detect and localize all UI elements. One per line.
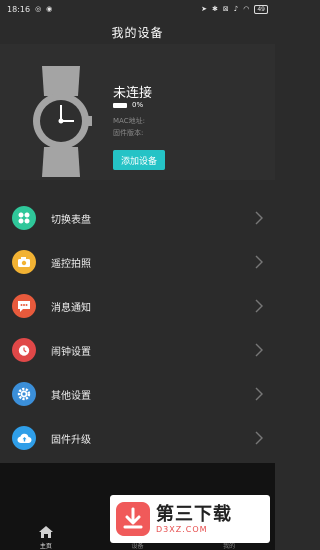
status-right: ➤ ✱ ⊠ ♪ ◠ 49 xyxy=(201,4,268,14)
app-notification-icon-2: ◉ xyxy=(46,5,53,13)
status-time: 18:16 xyxy=(7,4,31,14)
menu-item-label: 切换表盘 xyxy=(51,214,91,226)
watermark-title: 第三下载 xyxy=(156,503,232,525)
alarm-icon xyxy=(12,338,36,362)
watermark-url: D3XZ.COM xyxy=(156,524,208,534)
chevron-right-icon xyxy=(255,299,263,313)
download-logo-icon xyxy=(116,502,150,536)
device-battery-row: 0% xyxy=(113,101,143,109)
menu-item-other-settings[interactable]: 其他设置 xyxy=(0,372,275,416)
home-icon xyxy=(38,523,54,541)
mac-address-label: MAC地址: xyxy=(113,117,145,125)
menu-item-label: 消息通知 xyxy=(51,302,91,314)
chevron-right-icon xyxy=(255,343,263,357)
watermark-text: 第三下载 D3XZ.COM xyxy=(156,503,232,534)
wifi-icon: ◠ xyxy=(243,5,250,13)
settings-menu: 切换表盘 遥控拍照 消息通知 闹钟设置 其他设置 固件升级 xyxy=(0,196,275,460)
page-title: 我的设备 xyxy=(111,26,164,40)
menu-item-alarm-settings[interactable]: 闹钟设置 xyxy=(0,328,275,372)
device-battery-percent: 0% xyxy=(132,101,144,109)
silent-icon: ♪ xyxy=(233,5,239,13)
menu-item-label: 遥控拍照 xyxy=(51,258,91,270)
chevron-right-icon xyxy=(255,255,263,269)
chevron-right-icon xyxy=(255,431,263,445)
nav-home-label: 主页 xyxy=(39,543,52,550)
nav-home[interactable]: 主页 xyxy=(11,523,81,550)
firmware-version-label: 固件版本: xyxy=(113,129,144,137)
sim-off-icon: ⊠ xyxy=(222,5,229,13)
message-icon xyxy=(12,294,36,318)
bluetooth-icon: ✱ xyxy=(212,5,218,13)
add-device-button[interactable]: 添加设备 xyxy=(113,150,166,170)
gear-icon xyxy=(12,382,36,406)
connection-status: 未连接 xyxy=(113,86,153,101)
cloud-upload-icon xyxy=(12,426,36,450)
status-left: 18:16 ◎ ◉ xyxy=(7,5,52,14)
location-icon: ➤ xyxy=(201,5,208,13)
camera-icon xyxy=(12,250,36,274)
status-bar: 18:16 ◎ ◉ ➤ ✱ ⊠ ♪ ◠ 49 xyxy=(0,0,275,18)
menu-item-switch-watchface[interactable]: 切换表盘 xyxy=(0,196,275,240)
dial-switch-icon xyxy=(12,206,36,230)
watch-icon xyxy=(33,66,92,177)
menu-item-label: 固件升级 xyxy=(51,434,91,446)
chevron-right-icon xyxy=(255,211,263,225)
device-battery-icon xyxy=(113,102,127,108)
menu-item-message-notification[interactable]: 消息通知 xyxy=(0,284,275,328)
menu-item-label: 闹钟设置 xyxy=(51,346,91,358)
menu-item-label: 其他设置 xyxy=(51,390,91,402)
device-card: 未连接 0% MAC地址: 固件版本: 添加设备 xyxy=(0,44,275,180)
battery-indicator: 49 xyxy=(254,4,268,14)
app-notification-icon: ◎ xyxy=(35,5,42,13)
watermark-badge: 第三下载 D3XZ.COM xyxy=(110,495,270,543)
menu-item-remote-photo[interactable]: 遥控拍照 xyxy=(0,240,275,284)
chevron-right-icon xyxy=(255,387,263,401)
menu-item-firmware-upgrade[interactable]: 固件升级 xyxy=(0,416,275,460)
